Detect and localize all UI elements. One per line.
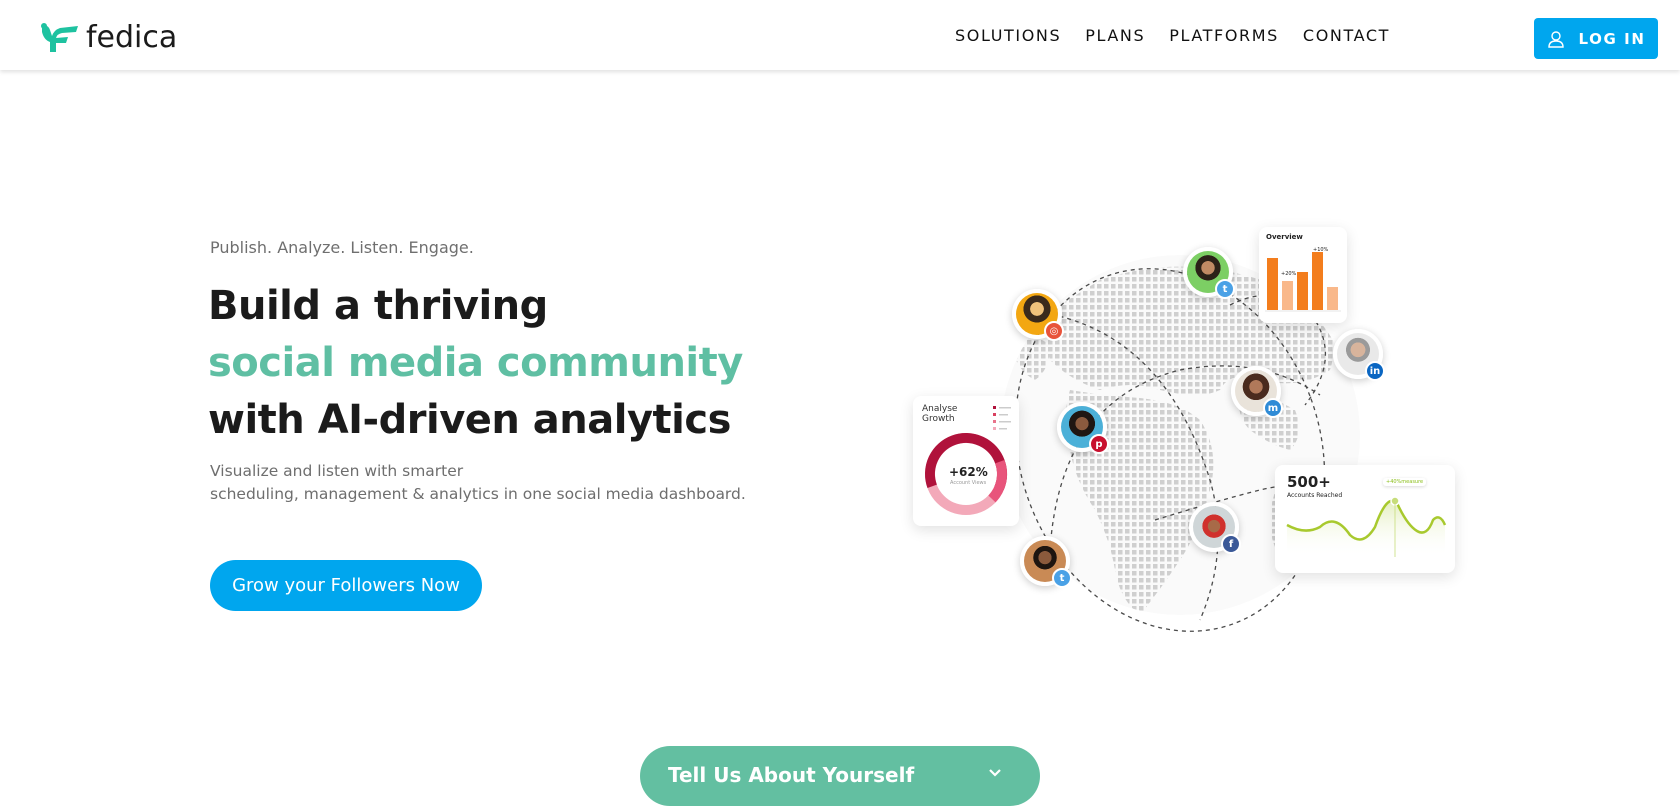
avatar-pinterest-user: p bbox=[1057, 402, 1109, 454]
overview-bar-chart bbox=[1265, 252, 1341, 312]
linkedin-icon: in bbox=[1365, 361, 1385, 381]
nav-platforms[interactable]: PLATFORMS bbox=[1169, 26, 1279, 45]
avatar-twitter-user-1: t bbox=[1183, 247, 1235, 299]
tellus-label: Tell Us About Yourself bbox=[668, 763, 915, 787]
analyse-growth-card: Analyse Growth +62% Account Views bbox=[913, 396, 1019, 526]
accounts-reached-card: 500+ Accounts Reached +40%measure bbox=[1275, 465, 1455, 573]
reach-line-chart bbox=[1286, 496, 1447, 557]
headline-line-2: social media community bbox=[208, 340, 743, 386]
user-icon bbox=[1548, 30, 1565, 48]
twitter-icon: t bbox=[1215, 279, 1235, 299]
pinterest-icon: p bbox=[1089, 434, 1109, 454]
chevron-down-icon bbox=[989, 769, 1001, 777]
avatar-mastodon-user: m bbox=[1231, 366, 1283, 418]
login-label: LOG IN bbox=[1578, 29, 1646, 48]
tell-us-about-yourself-button[interactable]: Tell Us About Yourself bbox=[640, 746, 1040, 806]
mastodon-icon: m bbox=[1263, 398, 1283, 418]
donut-caption: Account Views bbox=[950, 480, 987, 486]
hero-eyebrow: Publish. Analyze. Listen. Engage. bbox=[210, 238, 474, 257]
avatar-facebook-user: f bbox=[1189, 502, 1241, 554]
hero-headline: Build a thriving social media community … bbox=[208, 278, 743, 449]
subtext-line-1: Visualize and listen with smarter bbox=[210, 462, 464, 480]
hero-illustration: Overview +20% +10% Analyse Growth +62% A… bbox=[900, 220, 1460, 650]
instagram-icon: ◎ bbox=[1044, 321, 1064, 341]
grow-followers-button[interactable]: Grow your Followers Now bbox=[210, 560, 482, 611]
brand-logo[interactable]: fedica bbox=[38, 20, 177, 55]
headline-line-3: with AI-driven analytics bbox=[208, 397, 731, 443]
site-header: fedica SOLUTIONS PLANS PLATFORMS CONTACT… bbox=[0, 0, 1680, 70]
avatar-twitter-user-2: t bbox=[1020, 536, 1072, 588]
subtext-line-2: scheduling, management & analytics in on… bbox=[210, 485, 746, 503]
login-button[interactable]: LOG IN bbox=[1534, 18, 1658, 59]
nav-contact[interactable]: CONTACT bbox=[1303, 26, 1390, 45]
nav-plans[interactable]: PLANS bbox=[1085, 26, 1145, 45]
headline-line-1: Build a thriving bbox=[208, 283, 548, 329]
analyse-legend bbox=[925, 406, 1011, 515]
main-nav: SOLUTIONS PLANS PLATFORMS CONTACT bbox=[955, 0, 1390, 70]
avatar-instagram-user: ◎ bbox=[1012, 289, 1064, 341]
fedica-logo-icon bbox=[41, 22, 78, 52]
avatar-linkedin-user: in bbox=[1333, 329, 1385, 381]
nav-solutions[interactable]: SOLUTIONS bbox=[955, 26, 1061, 45]
facebook-icon: f bbox=[1221, 534, 1241, 554]
twitter-icon-2: t bbox=[1052, 568, 1072, 588]
donut-value: +62% bbox=[949, 465, 988, 479]
overview-card: Overview +20% +10% bbox=[1259, 227, 1347, 323]
hero-subtext: Visualize and listen with smarter schedu… bbox=[210, 460, 746, 506]
brand-name: fedica bbox=[86, 20, 178, 55]
